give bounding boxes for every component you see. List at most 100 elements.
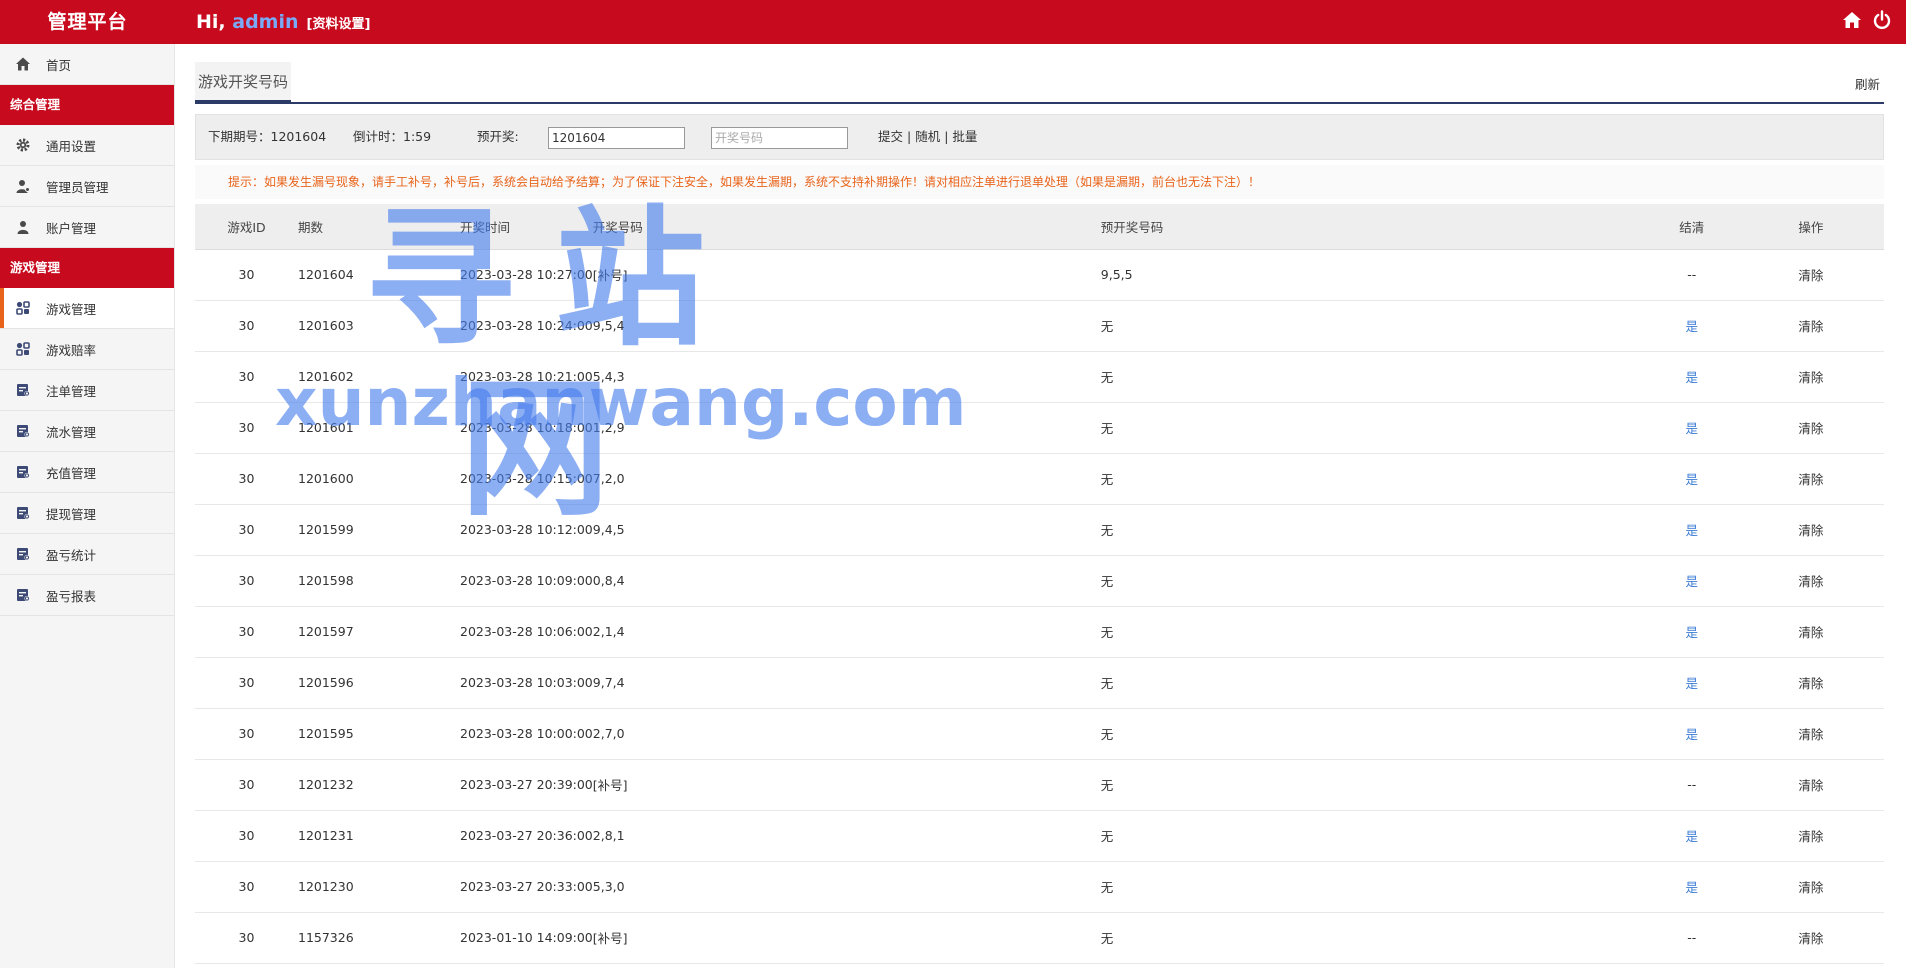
clear-button[interactable]: 清除 — [1737, 861, 1884, 913]
cell-period: 1201596 — [298, 657, 460, 709]
greeting: Hi, admin [资料设置] — [196, 0, 370, 44]
cell-game-id: 30 — [195, 759, 298, 811]
cell-period: 1157326 — [298, 912, 460, 964]
clear-button[interactable]: 清除 — [1737, 606, 1884, 658]
table-row: 30 1201600 2023-03-28 10:15:00 7,2,0 无是清除 — [195, 453, 1884, 505]
sidebar-group-game[interactable]: 游戏管理 — [0, 248, 174, 288]
sidebar-item-game-odds[interactable]: 游戏赔率 — [0, 329, 174, 370]
clear-button[interactable]: 清除 — [1737, 810, 1884, 862]
cell-draw-number: 2,1,4 — [592, 606, 1101, 658]
clear-button[interactable]: 清除 — [1737, 402, 1884, 454]
sidebar-item-account-management[interactable]: 账户管理 — [0, 207, 174, 248]
sidebar-item-label: 盈亏统计 — [46, 547, 97, 563]
cell-settled[interactable]: 是 — [1645, 606, 1738, 658]
clear-button[interactable]: 清除 — [1737, 504, 1884, 556]
clear-button[interactable]: 清除 — [1737, 657, 1884, 709]
sidebar-item-profit-stats[interactable]: 盈亏统计 — [0, 534, 174, 575]
clear-button[interactable]: 清除 — [1737, 708, 1884, 760]
sidebar-item-game-management[interactable]: 游戏管理 — [0, 288, 174, 329]
home-icon[interactable] — [1842, 10, 1862, 30]
sidebar-item-label: 提现管理 — [46, 506, 97, 522]
cell-game-id: 30 — [195, 402, 298, 454]
cell-preset-number: 无 — [1100, 657, 1646, 709]
sidebar-item-bet-management[interactable]: 注单管理 — [0, 370, 174, 411]
sidebar-item-profit-report[interactable]: 盈亏报表 — [0, 575, 174, 616]
clear-button[interactable]: 清除 — [1737, 300, 1884, 352]
cell-settled[interactable]: 是 — [1645, 555, 1738, 607]
table-row: 30 1201231 2023-03-27 20:36:00 2,8,1 无是清除 — [195, 810, 1884, 862]
clear-button[interactable]: 清除 — [1737, 555, 1884, 607]
sidebar-group-general[interactable]: 综合管理 — [0, 85, 174, 125]
sidebar-item-admin-management[interactable]: 管理员管理 — [0, 166, 174, 207]
draw-number-input[interactable] — [711, 127, 848, 149]
sidebar-item-general-settings[interactable]: 通用设置 — [0, 125, 174, 166]
cell-preset-number: 无 — [1100, 453, 1646, 505]
cell-draw-number: 0,8,4 — [592, 555, 1101, 607]
clear-button[interactable]: 清除 — [1737, 351, 1884, 403]
clear-button[interactable]: 清除 — [1737, 912, 1884, 964]
cell-period: 1201597 — [298, 606, 460, 658]
clear-button[interactable]: 清除 — [1737, 249, 1884, 301]
clear-button[interactable]: 清除 — [1737, 453, 1884, 505]
cell-preset-number: 9,5,5 — [1100, 249, 1646, 301]
username-link[interactable]: admin — [232, 11, 298, 33]
countdown-text: 倒计时：1:59 — [353, 129, 432, 144]
cell-settled[interactable]: 是 — [1645, 861, 1738, 913]
table-row: 30 1201601 2023-03-28 10:18:00 1,2,9 无是清除 — [195, 402, 1884, 454]
cell-preset-number: 无 — [1100, 759, 1646, 811]
sidebar-item-label: 首页 — [46, 57, 72, 73]
cell-settled[interactable]: 是 — [1645, 351, 1738, 403]
cell-preset-number: 无 — [1100, 861, 1646, 913]
cell-draw-time: 2023-03-28 10:12:00 — [460, 504, 593, 556]
power-icon[interactable] — [1872, 10, 1892, 30]
cell-game-id: 30 — [195, 555, 298, 607]
cell-draw-number: 5,4,3 — [592, 351, 1101, 403]
cell-settled[interactable]: 是 — [1645, 402, 1738, 454]
table-row: 30 1201602 2023-03-28 10:21:00 5,4,3 无是清除 — [195, 351, 1884, 403]
cell-game-id: 30 — [195, 657, 298, 709]
cell-preset-number: 无 — [1100, 708, 1646, 760]
cell-game-id: 30 — [195, 504, 298, 556]
cell-draw-time: 2023-03-27 20:39:00 — [460, 759, 593, 811]
table-row: 30 1201599 2023-03-28 10:12:00 9,4,5 无是清除 — [195, 504, 1884, 556]
sidebar-item-flow-management[interactable]: 流水管理 — [0, 411, 174, 452]
home-icon — [14, 55, 32, 73]
cell-draw-time: 2023-01-10 14:09:00 — [460, 912, 593, 964]
cell-settled[interactable]: 是 — [1645, 300, 1738, 352]
report-icon — [14, 545, 32, 563]
cell-settled[interactable]: 是 — [1645, 504, 1738, 556]
period-input[interactable] — [548, 127, 685, 149]
sidebar-item-home[interactable]: 首页 — [0, 44, 174, 85]
cell-period: 1201603 — [298, 300, 460, 352]
profile-settings-link[interactable]: [资料设置] — [307, 17, 371, 32]
cell-draw-time: 2023-03-27 20:33:00 — [460, 861, 593, 913]
column-header-draw-number: 开奖号码 — [592, 204, 1101, 250]
cell-settled[interactable]: 是 — [1645, 810, 1738, 862]
column-header-period: 期数 — [298, 204, 460, 250]
sidebar-item-recharge-management[interactable]: 充值管理 — [0, 452, 174, 493]
table-row: 30 1201598 2023-03-28 10:09:00 0,8,4 无是清除 — [195, 555, 1884, 607]
submit-link[interactable]: 提交 — [878, 129, 903, 144]
sidebar-item-label: 账户管理 — [46, 220, 97, 236]
cell-draw-time: 2023-03-28 10:24:00 — [460, 300, 593, 352]
report-icon — [14, 381, 32, 399]
refresh-link[interactable]: 刷新 — [1855, 74, 1880, 93]
cell-draw-time: 2023-03-28 10:18:00 — [460, 402, 593, 454]
batch-link[interactable]: 批量 — [952, 129, 977, 144]
cell-settled[interactable]: 是 — [1645, 657, 1738, 709]
random-link[interactable]: 随机 — [915, 129, 940, 144]
cell-settled[interactable]: 是 — [1645, 453, 1738, 505]
column-header-settled: 结清 — [1645, 204, 1738, 250]
separator: | — [944, 129, 949, 144]
top-bar: 管理平台 Hi, admin [资料设置] — [0, 0, 1906, 44]
cell-settled[interactable]: 是 — [1645, 708, 1738, 760]
table-row: 30 1201595 2023-03-28 10:00:00 2,7,0 无是清除 — [195, 708, 1884, 760]
cell-draw-time: 2023-03-28 10:27:00 — [460, 249, 593, 301]
toolbar-actions: 提交 | 随机 | 批量 — [878, 115, 977, 159]
tab-game-draw-numbers[interactable]: 游戏开奖号码 — [195, 62, 292, 102]
cell-game-id: 30 — [195, 606, 298, 658]
cell-period: 1201231 — [298, 810, 460, 862]
cell-preset-number: 无 — [1100, 810, 1646, 862]
sidebar-item-withdraw-management[interactable]: 提现管理 — [0, 493, 174, 534]
clear-button[interactable]: 清除 — [1737, 759, 1884, 811]
